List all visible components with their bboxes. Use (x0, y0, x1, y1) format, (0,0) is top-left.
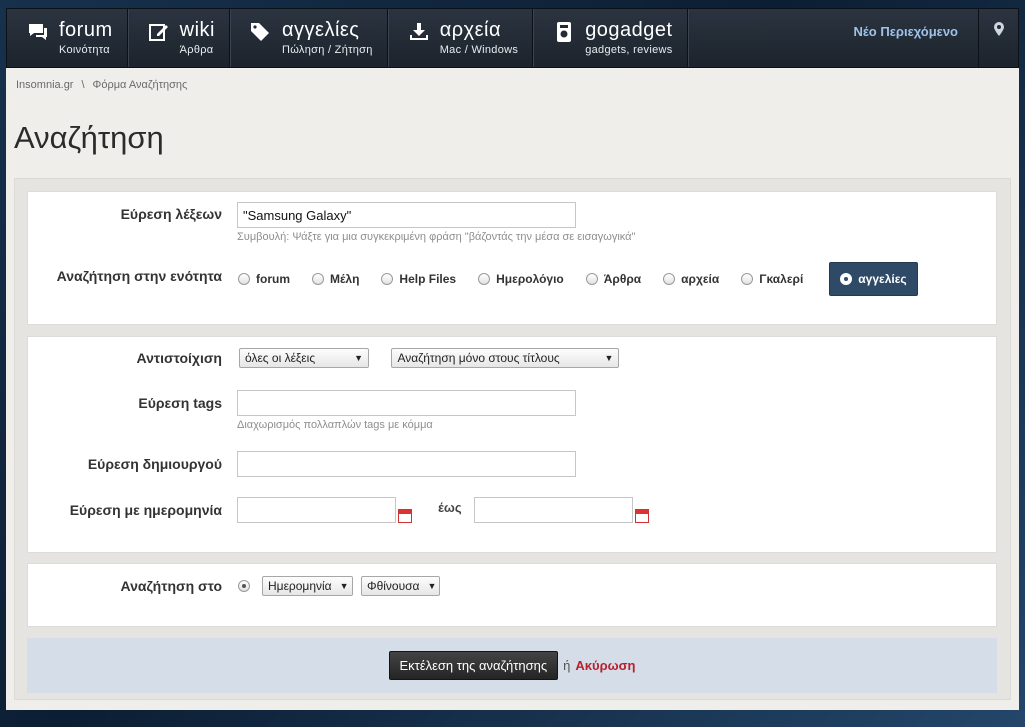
section-radio-forum[interactable]: forum (238, 272, 290, 286)
date-from-input[interactable] (237, 497, 396, 523)
sort-field-select[interactable]: Ημερομηνία ▼ (262, 576, 353, 596)
radio-circle[interactable] (585, 273, 598, 285)
sort-order-select[interactable]: Φθίνουσα ▼ (361, 576, 440, 596)
section-radio-classifieds[interactable]: αγγελίες (829, 262, 918, 296)
nav-files-sub: Mac / Windows (439, 44, 519, 56)
radio-circle[interactable] (381, 273, 394, 285)
nav-forum-title: forum (59, 19, 113, 41)
section-radio-label: αγγελίες (858, 272, 907, 286)
form-actions: Εκτέλεση της αναζήτησης ή Ακύρωση (27, 638, 997, 693)
breadcrumb-separator: \ (81, 79, 85, 91)
search-form: Εύρεση λέξεων Συμβουλή: Ψάξτε για μια συ… (14, 178, 1011, 700)
radio-circle[interactable] (478, 273, 491, 285)
radio-circle[interactable] (312, 273, 324, 285)
match-label: Αντιστοίχιση (136, 350, 222, 366)
search-filters-section: Αντιστοίχιση όλες οι λέξεις ▼ Αναζήτηση μ… (27, 336, 997, 553)
breadcrumb: Insomnia.gr \ Φόρμα Αναζήτησης (16, 79, 187, 91)
author-label: Εύρεση δημιουργού (87, 456, 222, 472)
section-radio-files[interactable]: αρχεία (663, 272, 719, 286)
sort-radio[interactable] (238, 580, 256, 592)
nav-files-title: αρχεία (439, 19, 502, 41)
section-radio-label: Ημερολόγιο (496, 272, 564, 286)
tags-hint: Διαχωρισμός πολλαπλών tags με κόμμα (237, 419, 433, 431)
top-navigation: forum Κοινότητα wiki Άρθρα αγγελίες Πώληση … (6, 8, 1019, 68)
find-words-hint: Συμβουλή: Ψάξτε για μια συγκεκριμένη φρά… (237, 231, 636, 243)
nav-classifieds-title: αγγελίες (281, 19, 360, 41)
search-terms-section: Εύρεση λέξεων Συμβουλή: Ψάξτε για μια συ… (27, 191, 997, 325)
dates-until-label: έως (438, 500, 462, 515)
dates-label: Εύρεση με ημερομηνία (69, 502, 222, 518)
breadcrumb-home[interactable]: Insomnia.gr (16, 79, 73, 91)
nav-classifieds[interactable]: αγγελίες Πώληση / Ζήτηση (230, 9, 388, 67)
section-radio-label: Help Files (399, 272, 457, 286)
section-radio-label: Μέλη (330, 272, 360, 286)
radio-circle-selected[interactable] (840, 273, 853, 285)
nav-gogadget-sub: gadgets, reviews (585, 44, 673, 56)
select-value: Ημερομηνία (268, 579, 332, 593)
match-words-select[interactable]: όλες οι λέξεις ▼ (239, 348, 369, 368)
location-pin-icon[interactable] (978, 9, 1018, 67)
select-value: όλες οι λέξεις (245, 351, 316, 365)
tags-label: Εύρεση tags (138, 395, 222, 411)
chevron-down-icon: ▼ (604, 353, 614, 363)
nav-wiki[interactable]: wiki Άρθρα (128, 9, 230, 67)
nav-forum[interactable]: forum Κοινότητα (7, 9, 128, 67)
find-words-input[interactable] (237, 202, 576, 228)
section-radio-articles[interactable]: Άρθρα (585, 272, 642, 286)
new-content-link[interactable]: Νέο Περιεχόμενο (854, 9, 978, 39)
radio-circle[interactable] (238, 273, 250, 285)
section-radio-label: Γκαλερί (759, 272, 804, 286)
page-content: Insomnia.gr \ Φόρμα Αναζήτησης Αναζήτηση Ε… (6, 68, 1019, 710)
cancel-link[interactable]: Ακύρωση (575, 658, 635, 673)
radio-circle[interactable] (741, 273, 754, 285)
section-radio-members[interactable]: Μέλη (312, 272, 359, 286)
date-to-input[interactable] (473, 497, 633, 523)
device-icon (553, 21, 575, 43)
calendar-icon[interactable] (634, 509, 649, 523)
tags-input[interactable] (237, 390, 576, 416)
chat-bubble-icon (27, 21, 49, 43)
section-radio-gallery[interactable]: Γκαλερί (741, 272, 803, 286)
match-scope-select[interactable]: Αναζήτηση μόνο στους τίτλους ▼ (391, 348, 620, 368)
chevron-down-icon: ▼ (427, 581, 437, 591)
author-input[interactable] (237, 451, 576, 477)
nav-classifieds-sub: Πώληση / Ζήτηση (281, 44, 373, 56)
breadcrumb-current: Φόρμα Αναζήτησης (92, 79, 188, 91)
tag-icon (250, 21, 272, 43)
nav-gogadget-title: gogadget (585, 19, 673, 41)
sort-label: Αναζήτηση στο (120, 578, 222, 594)
nav-files[interactable]: αρχεία Mac / Windows (388, 9, 534, 67)
page-title: Αναζήτηση (14, 120, 164, 155)
radio-circle-selected[interactable] (238, 580, 250, 592)
section-radio-label: αρχεία (681, 272, 720, 286)
download-icon (408, 21, 430, 43)
section-radio-label: Άρθρα (603, 272, 642, 286)
nav-gogadget[interactable]: gogadget gadgets, reviews (533, 9, 688, 67)
nav-wiki-sub: Άρθρα (179, 44, 214, 56)
sort-section: Αναζήτηση στο Ημερομηνία ▼ Φθίνουσα ▼ (27, 563, 997, 627)
nav-forum-sub: Κοινότητα (59, 44, 110, 56)
nav-wiki-title: wiki (179, 19, 215, 41)
find-words-label: Εύρεση λέξεων (120, 206, 222, 222)
chevron-down-icon: ▼ (354, 353, 363, 363)
section-radio-label: forum (256, 272, 290, 286)
edit-icon (148, 21, 170, 43)
or-text: ή (563, 658, 571, 673)
section-radio-calendar[interactable]: Ημερολόγιο (478, 272, 564, 286)
radio-circle[interactable] (663, 273, 676, 285)
chevron-down-icon: ▼ (339, 581, 349, 591)
section-radio-help-files[interactable]: Help Files (381, 272, 456, 286)
calendar-icon[interactable] (398, 509, 412, 523)
select-value: Αναζήτηση μόνο στους τίτλους (397, 351, 560, 365)
section-label: Αναζήτηση στην ενότητα (56, 268, 222, 284)
select-value: Φθίνουσα (367, 579, 420, 593)
submit-search-button[interactable]: Εκτέλεση της αναζήτησης (388, 651, 559, 680)
